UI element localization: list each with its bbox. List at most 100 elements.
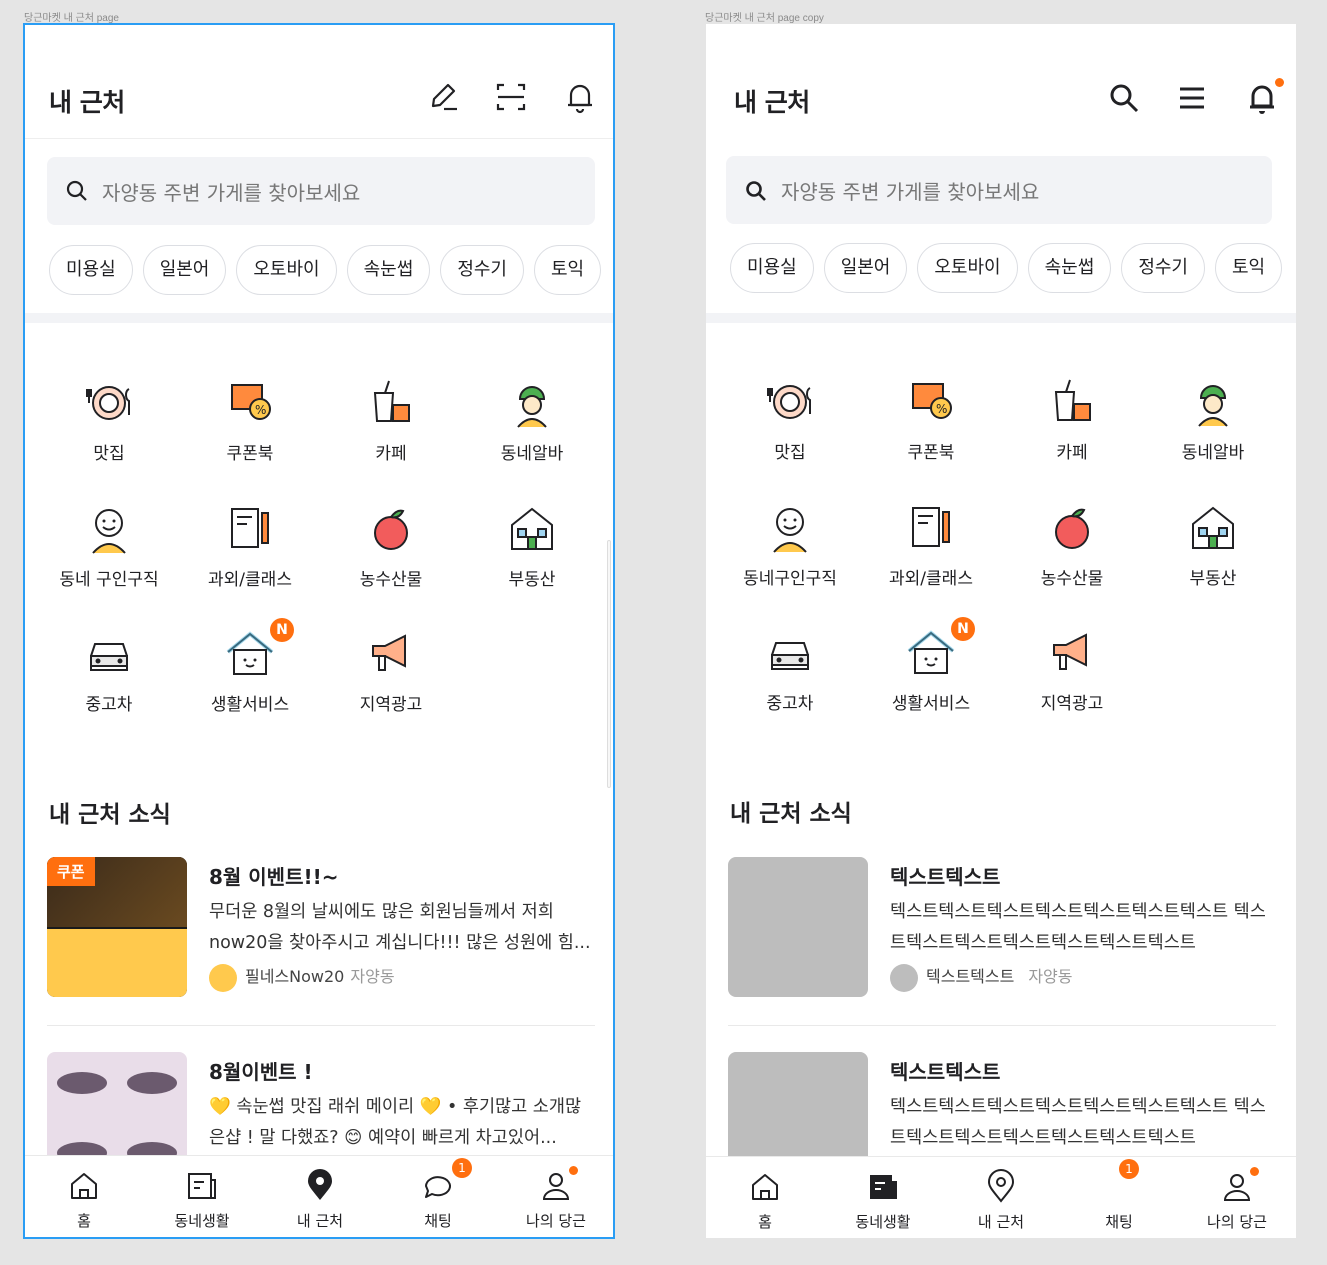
category-job[interactable]: 동네알바 [1147, 374, 1279, 463]
pencil-icon[interactable] [425, 79, 461, 115]
keyword-chip[interactable]: 미용실 [730, 243, 814, 293]
location-pin-icon [302, 1168, 338, 1204]
bell-icon[interactable] [562, 79, 598, 115]
category-label: 맛집 [93, 444, 125, 464]
plate-icon [762, 374, 818, 430]
keyword-chip[interactable]: 일본어 [823, 243, 908, 293]
apple-icon [363, 501, 419, 557]
user-icon [1219, 1167, 1259, 1205]
keyword-chip[interactable]: 토익 [1215, 243, 1283, 293]
category-label: 중고차 [766, 694, 814, 714]
category-class[interactable]: 과외/클래스 [865, 500, 997, 589]
news-thumbnail: 쿠폰 [47, 857, 187, 997]
news-separator [728, 1025, 1276, 1026]
search-placeholder: 자양동 주변 가게를 찾아보세요 [102, 181, 361, 205]
category-class[interactable]: 과외/클래스 [184, 501, 316, 590]
category-restaurant[interactable]: 맛집 [724, 374, 856, 463]
keyword-chip[interactable]: 정수기 [1121, 243, 1205, 293]
category-realestate[interactable]: 부동산 [466, 501, 598, 590]
chat-count-badge: 1 [452, 1158, 472, 1178]
keyword-chip[interactable]: 정수기 [440, 245, 524, 295]
keyword-chip[interactable]: 일본어 [142, 245, 227, 295]
category-label: 농수산물 [1040, 569, 1104, 589]
car-icon [762, 625, 818, 681]
svg-text:%: % [936, 402, 947, 416]
tab-community[interactable]: 동네생활 [143, 1168, 261, 1231]
category-life-service[interactable]: N 생활서비스 [865, 617, 997, 714]
bell-icon[interactable] [1244, 78, 1284, 116]
tab-nearby[interactable]: 내 근처 [942, 1169, 1060, 1232]
search-input[interactable]: 자양동 주변 가게를 찾아보세요 [47, 157, 595, 225]
category-produce[interactable]: 농수산물 [1006, 500, 1138, 589]
page-title: 내 근처 [49, 88, 125, 117]
avatar [209, 963, 237, 992]
phone-frame-copy: 내 근처 자양동 주변 가게를 찾아보세요 미용실 일본어 오토바이 속눈썹 정수기 토익… [706, 24, 1296, 1238]
smile-face-icon [81, 501, 137, 557]
category-label: 동네알바 [1181, 443, 1245, 463]
category-life-service[interactable]: N 생활서비스 [184, 618, 316, 715]
keyword-chip[interactable]: 미용실 [49, 245, 133, 295]
category-cafe[interactable]: 카페 [1006, 374, 1138, 463]
tab-chat[interactable]: 1 채팅 [1060, 1159, 1178, 1232]
category-label: 생활서비스 [210, 695, 290, 715]
category-label: 부동산 [508, 570, 556, 590]
category-hiring[interactable]: 동네구인구직 [724, 500, 856, 589]
tab-my-carrot[interactable]: 나의 당근 [497, 1166, 613, 1231]
tab-home[interactable]: 홈 [706, 1169, 824, 1232]
keyword-chip[interactable]: 토익 [534, 245, 602, 295]
keyword-chip[interactable]: 속눈썹 [346, 245, 431, 295]
category-label: 쿠폰북 [907, 443, 955, 463]
keyword-chip[interactable]: 오토바이 [236, 245, 337, 295]
category-label: 과외/클래스 [889, 569, 973, 589]
notebook-icon [222, 501, 278, 557]
news-title: 8월이벤트 ! [209, 1060, 313, 1084]
scrollbar[interactable] [607, 540, 611, 788]
newspaper-icon [184, 1168, 220, 1204]
keyword-chip[interactable]: 오토바이 [917, 243, 1018, 293]
user-icon [538, 1166, 578, 1204]
category-local-ad[interactable]: 지역광고 [1006, 625, 1138, 714]
tab-my-carrot[interactable]: 나의 당근 [1178, 1167, 1296, 1232]
category-label: 쿠폰북 [226, 444, 274, 464]
tab-chat[interactable]: 1 채팅 [379, 1158, 497, 1231]
category-used-car[interactable]: 중고차 [724, 625, 856, 714]
category-produce[interactable]: 농수산물 [325, 501, 457, 590]
tab-home[interactable]: 홈 [25, 1168, 143, 1231]
category-realestate[interactable]: 부동산 [1147, 500, 1279, 589]
car-icon [81, 626, 137, 682]
menu-icon[interactable] [1174, 80, 1210, 116]
keyword-chip-list: 미용실 일본어 오토바이 속눈썹 정수기 토익 [49, 245, 611, 295]
keyword-chip[interactable]: 속눈썹 [1027, 243, 1112, 293]
category-cafe[interactable]: 카페 [325, 375, 457, 464]
category-coupon[interactable]: % 쿠폰북 [865, 374, 997, 463]
news-title: 텍스트텍스트 [890, 865, 1001, 889]
category-hiring[interactable]: 동네 구인구직 [43, 501, 175, 590]
newspaper-icon [865, 1169, 901, 1205]
notebook-icon [903, 500, 959, 556]
tab-nearby[interactable]: 내 근처 [261, 1168, 379, 1231]
tab-community[interactable]: 동네생활 [824, 1169, 942, 1232]
tab-label: 나의 당근 [526, 1212, 586, 1230]
home-service-icon: N [903, 617, 975, 681]
news-body: 텍스트텍스트텍스트텍스트텍스트텍스트텍스트 텍스트텍스트텍스트텍스트텍스트텍스트… [890, 902, 1266, 953]
news-meta: 텍스트텍스트 자양동 [890, 963, 1073, 992]
svg-text:%: % [255, 403, 266, 417]
home-icon [747, 1169, 783, 1205]
tab-label: 홈 [77, 1212, 91, 1230]
notification-dot [1250, 1167, 1259, 1176]
app-header: 내 근처 [25, 25, 613, 139]
plate-icon [81, 375, 137, 431]
tab-label: 홈 [758, 1213, 772, 1231]
category-restaurant[interactable]: 맛집 [43, 375, 175, 464]
scan-icon[interactable] [493, 79, 529, 115]
category-used-car[interactable]: 중고차 [43, 626, 175, 715]
cafe-icon [1044, 374, 1100, 430]
category-coupon[interactable]: % 쿠폰북 [184, 375, 316, 464]
worker-icon [504, 375, 560, 431]
news-location: 자양동 [1028, 967, 1073, 986]
tab-label: 채팅 [424, 1212, 452, 1230]
search-icon[interactable] [1106, 80, 1142, 116]
search-input[interactable]: 자양동 주변 가게를 찾아보세요 [726, 156, 1272, 224]
category-local-ad[interactable]: 지역광고 [325, 626, 457, 715]
category-job[interactable]: 동네알바 [466, 375, 598, 464]
